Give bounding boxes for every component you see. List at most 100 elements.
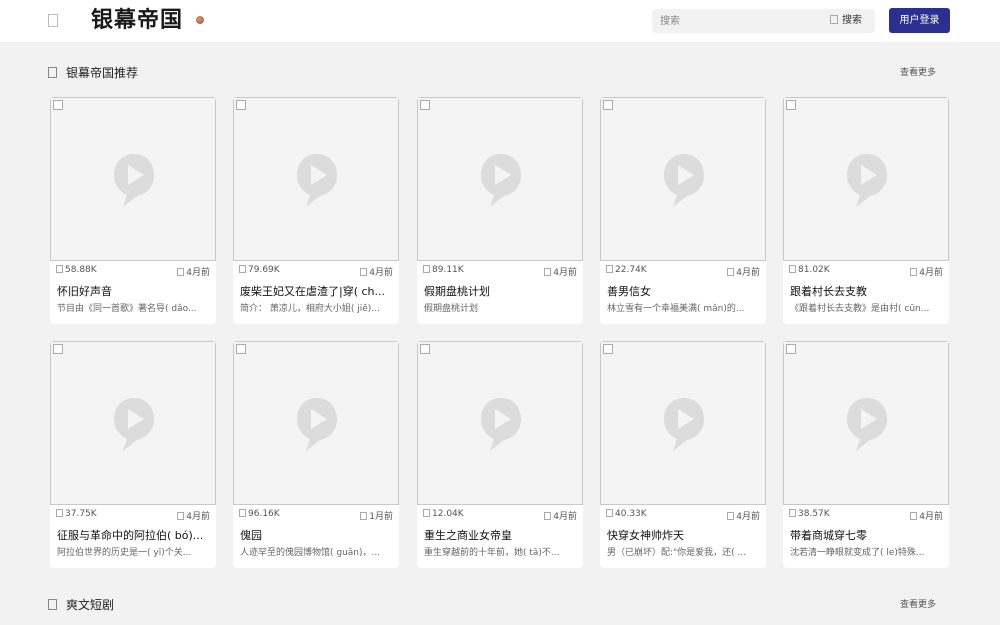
card-title[interactable]: 善男信女 [607,284,760,300]
publish-time: 4月前 [727,509,760,522]
view-count-label: 37.75K [65,509,97,519]
video-card[interactable]: 89.11K 4月前 假期盘桃计划 假期盘桃计划 [417,97,583,324]
card-title[interactable]: 假期盘桃计划 [424,284,577,300]
card-description: 阿拉伯世界的历史是一( yī)个关... [57,548,192,558]
section-title-drama: 爽文短剧 [48,597,114,613]
video-card[interactable]: 81.02K 4月前跟着村长去支教《跟着村长去支教》是由村( cūn... [783,97,949,324]
clock-icon [360,512,368,520]
logo-dot-icon [196,16,204,24]
broken-image-icon [53,344,63,354]
thumbnail-image[interactable] [50,97,216,261]
video-card[interactable]: 22.74K 4月前 善男信女 林立雪有一个幸福美满( mǎn)的... [600,97,766,324]
thumbnail-image[interactable] [417,97,583,261]
publish-time: 4月前 [910,265,943,278]
card-description: 重生穿越前的十年前，她( tā)不... [424,548,560,558]
publish-time: 4月前 [910,509,943,522]
card-description: 节目由《同一首歌》著名导( dǎo... [57,304,197,314]
section-title-recommend: 银幕帝国推荐 [48,65,138,81]
card-meta: 40.33K 4月前 [606,509,760,522]
thumbnail-image[interactable] [417,341,583,505]
views-icon [423,265,430,273]
search-icon [830,15,838,24]
card-title[interactable]: 带着商城穿七零 [790,528,943,544]
views-icon [56,265,63,273]
broken-image-icon [236,100,246,110]
publish-time: 1月前 [360,509,393,522]
search-bar: 搜索 [652,9,875,33]
broken-image-icon [53,100,63,110]
thumbnail-image[interactable] [233,97,399,261]
clock-icon [544,268,552,276]
video-card[interactable]: 96.16K 1月前傀园人迹罕至的傀园博物馆( guǎn)，... [233,341,399,568]
view-count-label: 81.02K [798,265,830,275]
video-card[interactable]: 79.69K 4月前废柴王妃又在虐渣了|穿( ch... 简介： 萧凉儿，相府大小姐… [233,97,399,324]
publish-time-label: 4月前 [553,268,577,278]
video-card[interactable]: 58.88K 4月前 怀旧好声音 节目由《同一首歌》著名导( dǎo... [50,97,216,324]
view-count-label: 96.16K [248,509,280,519]
view-count: 81.02K [789,265,830,275]
publish-time: 4月前 [360,265,393,278]
site-logo[interactable]: 银幕帝国 [91,7,183,35]
play-icon [297,154,337,207]
thumbnail-image[interactable] [783,97,949,261]
video-card[interactable]: 40.33K 4月前 快穿女神帅炸天 男（已崩坏）配:"你是爱我，还( ... [600,341,766,568]
view-count: 37.75K [56,509,97,519]
video-card[interactable]: 12.04K 4月前 重生之商业女帝皇 重生穿越前的十年前，她( tā)不... [417,341,583,568]
section-icon [48,67,57,78]
thumbnail-image[interactable] [783,341,949,505]
publish-time-label: 4月前 [186,268,210,278]
search-button[interactable]: 搜索 [830,14,862,28]
thumbnail-image[interactable] [233,341,399,505]
play-icon [847,398,887,451]
views-icon [56,509,63,517]
views-icon [606,509,613,517]
card-meta: 96.16K 1月前 [239,509,393,522]
video-card[interactable]: 37.75K 4月前 征服与革命中的阿拉伯( bó)... 阿拉伯世界的历史是一( y… [50,341,216,568]
video-card[interactable]: 38.57K 4月前 带着商城穿七零 沈若清一睁眼就变成了( le)特殊... [783,341,949,568]
play-icon [664,154,704,207]
view-count: 40.33K [606,509,647,519]
menu-icon[interactable] [48,14,58,27]
card-meta: 89.11K 4月前 [423,265,577,278]
play-icon [481,154,521,207]
broken-image-icon [603,100,613,110]
view-count: 79.69K [239,265,280,275]
card-description: 林立雪有一个幸福美满( mǎn)的... [607,304,745,314]
broken-image-icon [236,344,246,354]
publish-time-label: 4月前 [919,512,943,522]
search-input[interactable] [660,9,810,33]
card-description: 人迹罕至的傀园博物馆( guǎn)，... [240,548,381,558]
card-title[interactable]: 重生之商业女帝皇 [424,528,577,544]
views-icon [606,265,613,273]
play-icon [664,398,704,451]
card-title[interactable]: 怀旧好声音 [57,284,210,300]
card-title[interactable]: 废柴王妃又在虐渣了|穿( ch... [240,284,393,300]
card-title[interactable]: 傀园 [240,528,393,544]
card-description: 假期盘桃计划 [424,304,479,314]
card-title[interactable]: 跟着村长去支教 [790,284,943,300]
view-more-link[interactable]: 查看更多 [900,598,936,612]
thumbnail-image[interactable] [600,341,766,505]
publish-time-label: 4月前 [736,512,760,522]
broken-image-icon [603,344,613,354]
clock-icon [177,268,185,276]
card-title[interactable]: 快穿女神帅炸天 [607,528,760,544]
view-more-link[interactable]: 查看更多 [900,66,936,80]
card-meta: 79.69K 4月前 [239,265,393,278]
card-description: 简介： 萧凉儿，相府大小姐( jiě)... [240,304,380,314]
publish-time-label: 4月前 [736,268,760,278]
thumbnail-image[interactable] [600,97,766,261]
view-more-label: 查看更多 [900,68,937,78]
login-button[interactable]: 用户登录 [889,8,950,33]
publish-time-label: 4月前 [369,268,393,278]
thumbnail-image[interactable] [50,341,216,505]
card-meta: 38.57K 4月前 [789,509,943,522]
publish-time-label: 1月前 [369,512,393,522]
play-icon [297,398,337,451]
publish-time: 4月前 [177,265,210,278]
view-count-label: 89.11K [432,265,464,275]
search-button-label: 搜索 [842,15,862,26]
card-meta: 37.75K 4月前 [56,509,210,522]
card-title[interactable]: 征服与革命中的阿拉伯( bó)... [57,528,210,544]
card-description: 《跟着村长去支教》是由村( cūn... [790,304,930,314]
